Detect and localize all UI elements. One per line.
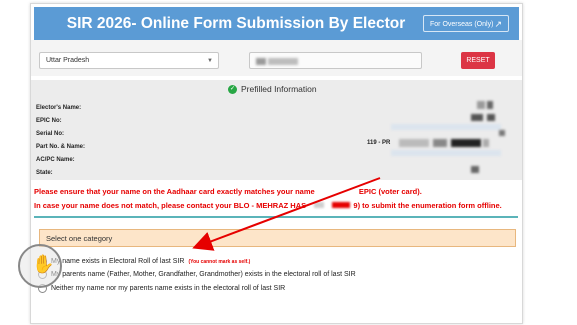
annotation-arrow [192,177,381,251]
hand-cursor-icon: ✋ [32,254,55,274]
